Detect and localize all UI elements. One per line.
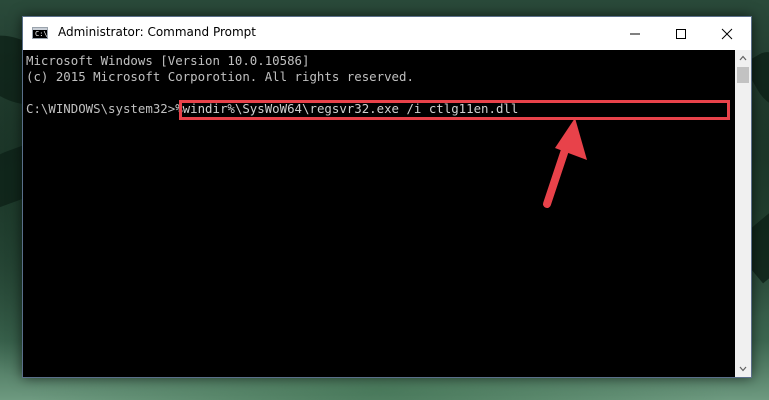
- copyright-line: (c) 2015 Microsoft Corporotion. All righ…: [26, 69, 414, 84]
- prompt-text: C:\WINDOWS\system32>: [26, 101, 176, 116]
- close-button[interactable]: [704, 17, 750, 50]
- minimize-icon: [630, 33, 640, 34]
- scroll-down-button[interactable]: [735, 361, 751, 377]
- vertical-scrollbar[interactable]: [735, 50, 751, 377]
- maximize-button[interactable]: [658, 17, 704, 50]
- title-bar[interactable]: C:\ Administrator: Command Prompt: [23, 17, 751, 50]
- close-icon: [721, 28, 733, 39]
- console-output[interactable]: Microsoft Windows [Version 10.0.10586] (…: [23, 50, 735, 377]
- maximize-icon: [676, 28, 686, 39]
- pointer-arrow-icon: [543, 118, 587, 208]
- scroll-thumb[interactable]: [737, 67, 749, 83]
- chevron-down-icon: [739, 366, 747, 372]
- cmd-icon[interactable]: C:\: [32, 27, 48, 39]
- command-prompt-window: C:\ Administrator: Command Prompt Micros…: [22, 16, 752, 378]
- command-highlight-box: [179, 100, 730, 120]
- version-line: Microsoft Windows [Version 10.0.10586]: [26, 53, 310, 68]
- cmd-icon-glyph: C:\: [35, 30, 48, 38]
- minimize-button[interactable]: [612, 17, 658, 50]
- scroll-up-button[interactable]: [735, 50, 751, 66]
- window-title: Administrator: Command Prompt: [58, 25, 256, 39]
- chevron-up-icon: [739, 55, 747, 61]
